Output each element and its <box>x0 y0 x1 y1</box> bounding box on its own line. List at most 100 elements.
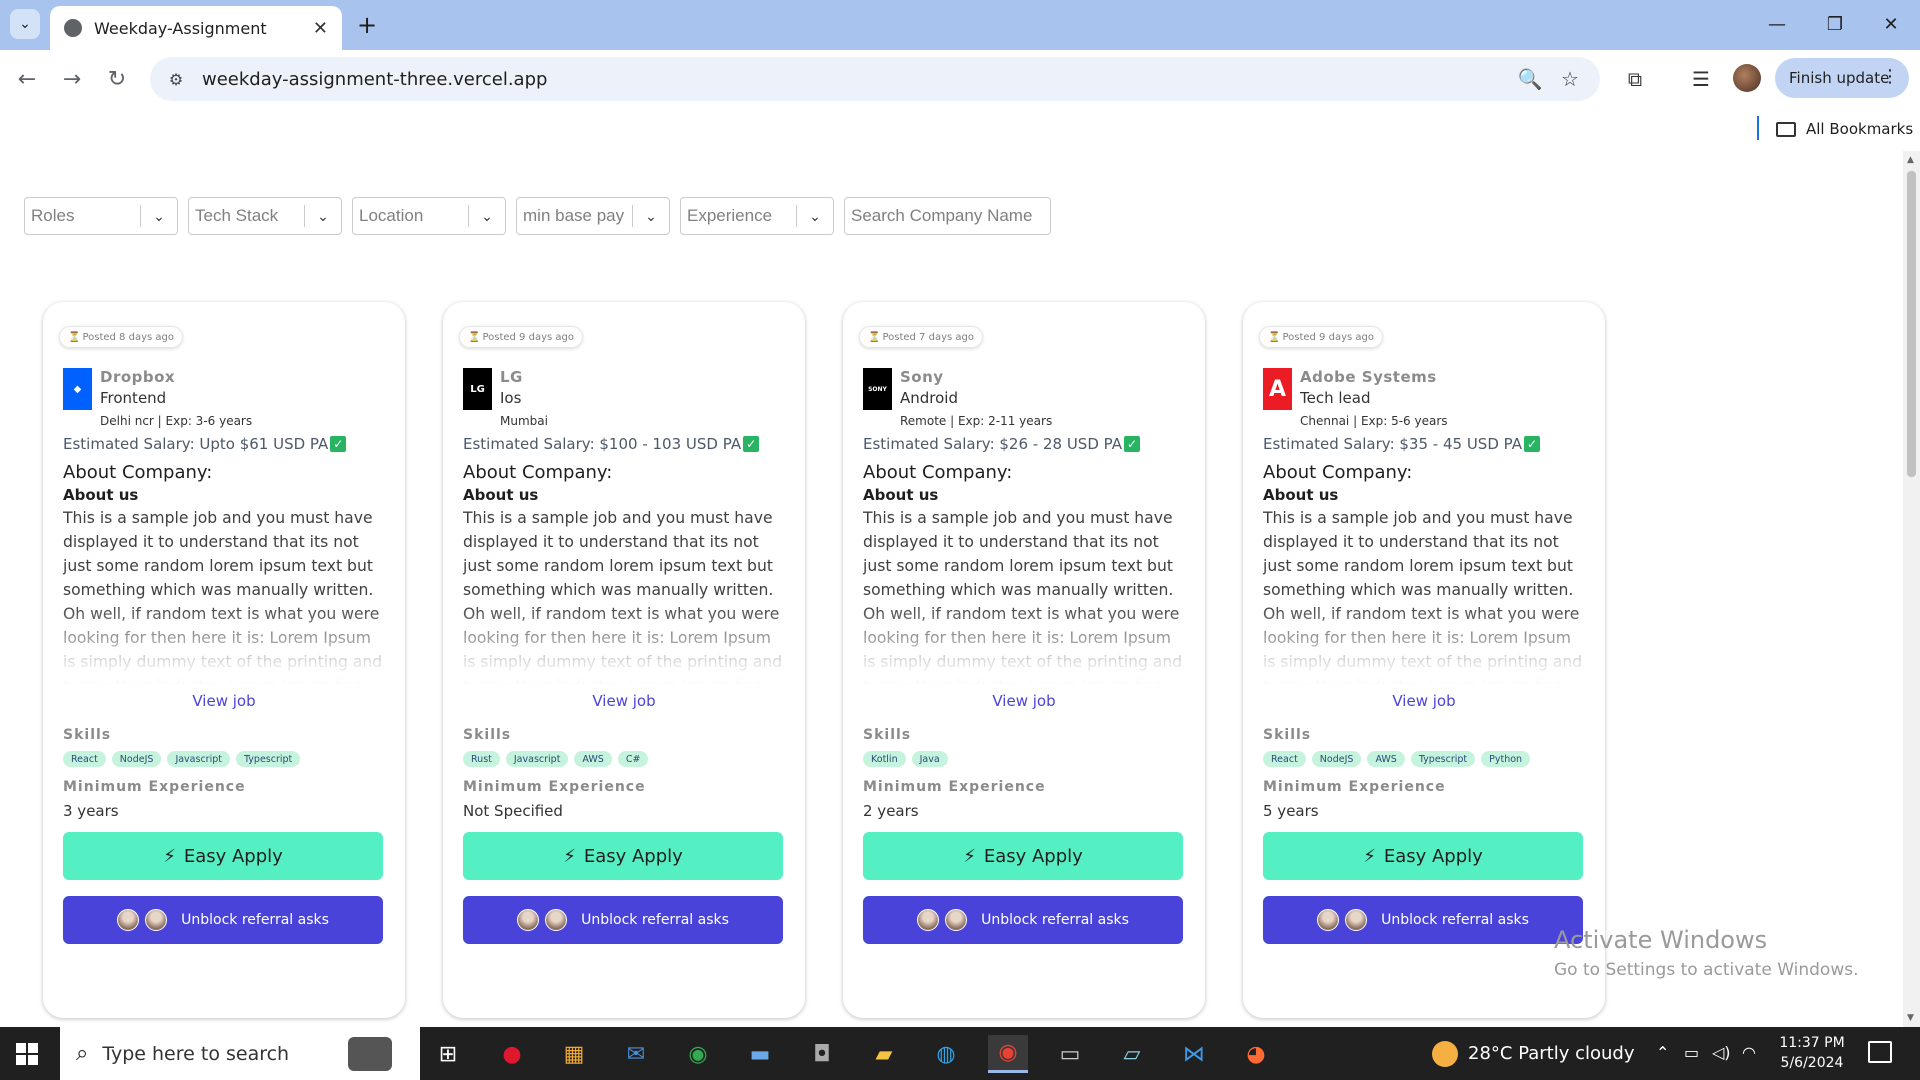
scroll-down-icon[interactable]: ▼ <box>1907 1013 1914 1023</box>
windows-start-icon[interactable] <box>12 1039 42 1069</box>
chevron-down-icon[interactable]: ⌄ <box>305 208 341 225</box>
company-search-input[interactable] <box>844 197 1051 235</box>
easy-apply-button[interactable]: ⚡ Easy Apply <box>1263 832 1583 880</box>
unblock-referral-button[interactable]: Unblock referral asks <box>1263 896 1583 944</box>
skill-chip: Kotlin <box>863 751 906 767</box>
restore-button[interactable]: ❐ <box>1806 0 1864 48</box>
easy-apply-button[interactable]: ⚡ Easy Apply <box>463 832 783 880</box>
min-experience-heading: Minimum Experience <box>463 779 646 795</box>
weather-widget[interactable]: 28°C Partly cloudy <box>1432 1027 1635 1080</box>
company-logo: A <box>1263 368 1292 410</box>
easy-apply-button[interactable]: ⚡ Easy Apply <box>63 832 383 880</box>
tab-close-icon[interactable]: ✕ <box>313 18 328 39</box>
job-location: Mumbai <box>500 414 548 428</box>
finish-update-button[interactable]: Finish update ⋮ <box>1775 58 1909 98</box>
mail-icon[interactable]: ✉ <box>616 1035 656 1073</box>
chevron-down-icon[interactable]: ⌄ <box>633 208 669 225</box>
forward-icon[interactable]: → <box>55 62 89 96</box>
close-window-button[interactable]: ✕ <box>1862 0 1920 48</box>
zoom-icon[interactable]: 🔍 <box>1512 61 1548 97</box>
scrollbar-thumb[interactable] <box>1907 171 1916 477</box>
about-heading: About Company: <box>1263 462 1413 483</box>
all-bookmarks-button[interactable]: All Bookmarks <box>1776 116 1913 142</box>
min-experience-heading: Minimum Experience <box>63 779 246 795</box>
referral-label: Unblock referral asks <box>581 912 729 928</box>
roles-select[interactable]: Roles ⌄ <box>24 197 178 235</box>
edge-icon[interactable]: ◍ <box>926 1035 966 1073</box>
unblock-referral-button[interactable]: Unblock referral asks <box>63 896 383 944</box>
new-tab-button[interactable]: + <box>352 10 382 40</box>
vscode-icon[interactable]: ⋈ <box>1174 1035 1214 1073</box>
postman-icon[interactable]: ◕ <box>1236 1035 1276 1073</box>
skill-chip: Python <box>1481 751 1531 767</box>
address-bar[interactable]: ⚙ weekday-assignment-three.vercel.app 🔍 … <box>150 57 1600 101</box>
easy-apply-button[interactable]: ⚡ Easy Apply <box>863 832 1183 880</box>
opera-icon[interactable]: ● <box>492 1035 532 1073</box>
file-explorer-icon[interactable]: ▰ <box>864 1035 904 1073</box>
terminal-icon[interactable]: ▭ <box>1050 1035 1090 1073</box>
location-label: Location <box>359 206 424 225</box>
chevron-down-icon[interactable]: ⌄ <box>141 208 177 225</box>
system-clock[interactable]: 11:37 PM 5/6/2024 <box>1764 1033 1860 1073</box>
skill-chip: Rust <box>463 751 500 767</box>
skills-heading: Skills <box>1263 727 1312 743</box>
camera-app-icon[interactable]: ◘ <box>802 1035 842 1073</box>
back-icon[interactable]: ← <box>10 62 44 96</box>
chevron-down-icon[interactable]: ⌄ <box>469 208 505 225</box>
chevron-up-icon[interactable]: ⌃ <box>1656 1043 1669 1062</box>
avatar <box>517 909 540 931</box>
wifi-icon[interactable]: ◠ <box>1742 1043 1756 1062</box>
tab-search-button[interactable]: ⌄ <box>10 9 40 39</box>
scroll-up-icon[interactable]: ▲ <box>1907 155 1914 165</box>
salary-text: Estimated Salary: $35 - 45 USD PA <box>1263 435 1522 453</box>
chrome-icon[interactable]: ◉ <box>678 1035 718 1073</box>
weather-text: 28°C Partly cloudy <box>1468 1043 1635 1064</box>
view-job-link[interactable]: View job <box>1243 692 1605 710</box>
profile-avatar[interactable] <box>1733 64 1761 92</box>
store-icon[interactable]: ▦ <box>554 1035 594 1073</box>
windows-taskbar: ⌕ Type here to search ⊞ ● ▦ ✉ ◉ ▬ ◘ ▰ ◍ … <box>0 1027 1920 1080</box>
job-card: ⏳ Posted 9 days ago A Adobe Systems Tech … <box>1243 302 1605 1018</box>
site-info-icon[interactable]: ⚙ <box>164 67 188 91</box>
view-job-link[interactable]: View job <box>843 692 1205 710</box>
tech-stack-select[interactable]: Tech Stack ⌄ <box>188 197 342 235</box>
notification-icon[interactable] <box>1868 1041 1892 1063</box>
unblock-referral-button[interactable]: Unblock referral asks <box>863 896 1183 944</box>
extensions-icon[interactable]: ⧉ <box>1618 62 1652 96</box>
chrome-active-icon[interactable]: ◉ <box>988 1035 1028 1073</box>
app-icon[interactable]: ▬ <box>740 1035 780 1073</box>
view-job-link[interactable]: View job <box>43 692 405 710</box>
job-card: ⏳ Posted 8 days ago ◆ Dropbox Frontend De… <box>43 302 405 1018</box>
location-select[interactable]: Location ⌄ <box>352 197 506 235</box>
clock-time: 11:37 PM <box>1779 1035 1845 1051</box>
easy-apply-label: Easy Apply <box>983 845 1083 867</box>
minimize-button[interactable]: — <box>1748 0 1806 48</box>
page-scrollbar[interactable]: ▲ ▼ <box>1903 151 1920 1027</box>
experience-select[interactable]: Experience ⌄ <box>680 197 834 235</box>
min-base-pay-select[interactable]: min base pay ⌄ <box>516 197 670 235</box>
chevron-down-icon[interactable]: ⌄ <box>797 208 833 225</box>
skill-chip: NodeJS <box>111 751 162 767</box>
menu-dots-icon: ⋮ <box>1881 66 1899 87</box>
salary-text: Estimated Salary: $100 - 103 USD PA <box>463 435 742 453</box>
url-text[interactable]: weekday-assignment-three.vercel.app <box>202 69 1512 90</box>
bookmark-star-icon[interactable]: ☆ <box>1552 61 1588 97</box>
skills-heading: Skills <box>63 727 112 743</box>
media-control-icon[interactable]: ☰ <box>1684 62 1718 96</box>
volume-icon[interactable]: ◁) <box>1712 1043 1731 1062</box>
battery-icon[interactable]: ▭ <box>1684 1043 1699 1062</box>
task-view-icon[interactable]: ⊞ <box>428 1035 468 1073</box>
salary-text: Estimated Salary: Upto $61 USD PA <box>63 435 329 453</box>
check-icon: ✓ <box>1524 436 1540 452</box>
watermark-title: Activate Windows <box>1554 926 1768 954</box>
unblock-referral-button[interactable]: Unblock referral asks <box>463 896 783 944</box>
tab-active[interactable]: Weekday-Assignment ✕ <box>50 6 342 50</box>
view-job-link[interactable]: View job <box>443 692 805 710</box>
company-logo: ◆ <box>63 368 92 410</box>
notepad-icon[interactable]: ▱ <box>1112 1035 1152 1073</box>
taskbar-search[interactable]: ⌕ Type here to search <box>60 1027 420 1080</box>
min-experience-value: 5 years <box>1263 802 1319 820</box>
clock-date: 5/6/2024 <box>1780 1055 1844 1071</box>
bookmarks-bar: All Bookmarks <box>0 108 1920 151</box>
reload-icon[interactable]: ↻ <box>100 62 134 96</box>
